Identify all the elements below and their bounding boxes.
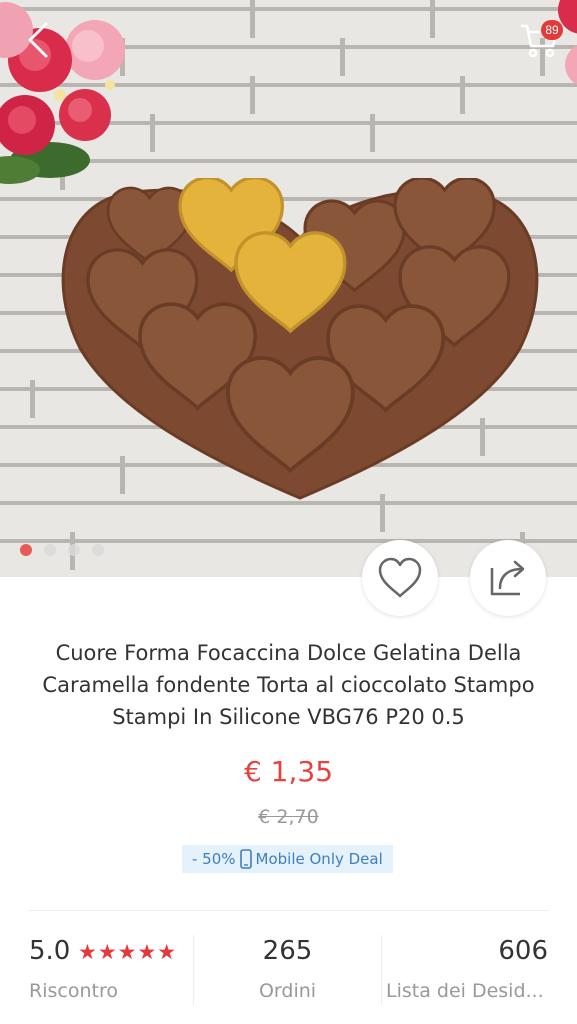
divider bbox=[28, 910, 549, 911]
wishlist-label: Lista dei Desid... bbox=[386, 980, 544, 1002]
back-button[interactable] bbox=[18, 18, 62, 62]
chevron-left-icon bbox=[28, 22, 48, 58]
wishlist-stat[interactable]: 606 Lista dei Desid... bbox=[382, 930, 577, 1024]
discount-percent: - 50% bbox=[192, 850, 236, 868]
carousel-indicator bbox=[20, 544, 104, 556]
rating-stars: ★★★★★ bbox=[78, 940, 178, 964]
original-price: € 2,70 bbox=[258, 806, 319, 828]
product-title: Cuore Forma Focaccina Dolce Gelatina Del… bbox=[42, 641, 535, 729]
cart-count-badge: 89 bbox=[541, 20, 563, 40]
orders-label: Ordini bbox=[258, 980, 317, 1002]
wishlist-count: 606 bbox=[498, 936, 548, 966]
rating-value: 5.0 bbox=[29, 936, 71, 966]
share-button[interactable] bbox=[470, 540, 546, 616]
product-stats: 5.0 ★★★★★ Riscontro 265 Ordini 606 Lista… bbox=[0, 930, 577, 1024]
rating-label: Riscontro bbox=[29, 980, 118, 1002]
product-photo bbox=[61, 178, 539, 500]
carousel-dot[interactable] bbox=[44, 544, 56, 556]
orders-count: 265 bbox=[262, 936, 313, 966]
cart-button[interactable]: 89 bbox=[515, 16, 563, 64]
wishlist-button[interactable] bbox=[362, 540, 438, 616]
mobile-phone-icon bbox=[239, 849, 252, 869]
carousel-dot[interactable] bbox=[20, 544, 32, 556]
heart-outline-icon bbox=[378, 557, 422, 598]
orders-stat[interactable]: 265 Ordini bbox=[194, 930, 381, 1024]
carousel-dot[interactable] bbox=[92, 544, 104, 556]
rating-stat[interactable]: 5.0 ★★★★★ Riscontro bbox=[0, 930, 193, 1024]
deal-label: Mobile Only Deal bbox=[255, 850, 383, 868]
share-icon bbox=[490, 560, 525, 596]
deal-badge: - 50% Mobile Only Deal bbox=[182, 845, 393, 873]
product-price: € 1,35 bbox=[243, 755, 334, 788]
carousel-dot[interactable] bbox=[68, 544, 80, 556]
product-image-gallery[interactable]: 89 bbox=[0, 0, 577, 577]
